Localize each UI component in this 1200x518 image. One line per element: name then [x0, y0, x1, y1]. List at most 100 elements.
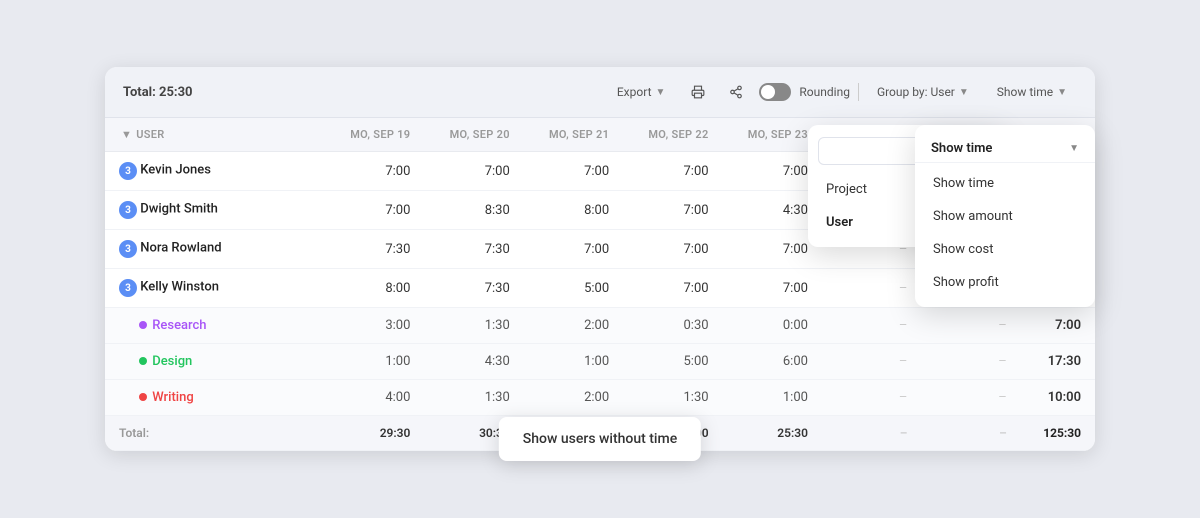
- total-cell: 7:00: [1021, 308, 1095, 344]
- day-cell: 7:00: [723, 269, 822, 308]
- user-badge: 3: [119, 279, 137, 297]
- show-time-chevron-icon: ▼: [1057, 87, 1067, 98]
- day-cell: 7:30: [424, 269, 523, 308]
- day-cell: –: [822, 308, 921, 344]
- project-dot: [139, 393, 147, 401]
- day-cell: 7:00: [623, 230, 722, 269]
- col-sep21: Mo, Sep 21: [524, 118, 623, 152]
- day-cell: 7:00: [623, 269, 722, 308]
- group-by-chevron-icon: ▼: [959, 87, 969, 98]
- day-cell: 1:00: [723, 380, 822, 416]
- day-cell: 0:30: [623, 308, 722, 344]
- project-cell: Design: [105, 344, 325, 380]
- day-cell: –: [921, 380, 1020, 416]
- export-button[interactable]: Export ▼: [607, 80, 676, 104]
- total-day-cell: 25:30: [723, 416, 822, 451]
- showtime-option-time[interactable]: Show time: [915, 167, 1095, 200]
- project-dot: [139, 357, 147, 365]
- total-day-cell: 29:30: [325, 416, 424, 451]
- col-sep22: Mo, Sep 22: [623, 118, 722, 152]
- day-cell: 7:00: [524, 152, 623, 191]
- user-cell: 3 Kelly Winston: [105, 269, 325, 308]
- project-cell: Research: [105, 308, 325, 344]
- project-name: Writing: [152, 390, 193, 405]
- showtime-option-profit[interactable]: Show profit: [915, 266, 1095, 299]
- total-value: 25:30: [159, 85, 193, 100]
- group-by-button[interactable]: Group by: User ▼: [867, 80, 979, 104]
- day-cell: 1:30: [424, 308, 523, 344]
- day-cell: 7:00: [325, 152, 424, 191]
- day-cell: 0:00: [723, 308, 822, 344]
- user-name: Kelly Winston: [140, 280, 219, 295]
- total-day-cell: –: [921, 416, 1020, 451]
- user-name: Kevin Jones: [140, 163, 211, 178]
- col-user: ▼ USER: [105, 118, 325, 152]
- day-cell: 7:00: [524, 230, 623, 269]
- day-cell: 8:30: [424, 191, 523, 230]
- project-cell: Writing: [105, 380, 325, 416]
- table-row: Design 1:004:301:005:006:00––17:30: [105, 344, 1095, 380]
- user-badge: 3: [119, 201, 137, 219]
- project-dot: [139, 321, 147, 329]
- show-users-tooltip[interactable]: Show users without time: [499, 417, 701, 461]
- total-cell: 10:00: [1021, 380, 1095, 416]
- day-cell: 2:00: [524, 308, 623, 344]
- day-cell: 5:00: [623, 344, 722, 380]
- day-cell: 7:30: [424, 230, 523, 269]
- grand-total-cell: 125:30: [1021, 416, 1095, 451]
- day-cell: 1:30: [424, 380, 523, 416]
- user-cell: 3 Nora Rowland: [105, 230, 325, 269]
- total-row-label: Total:: [119, 426, 149, 440]
- day-cell: 7:00: [623, 191, 722, 230]
- user-name: Dwight Smith: [140, 202, 218, 217]
- toolbar-actions: Export ▼ Rounding Group by: User ▼ Show: [607, 77, 1077, 107]
- day-cell: 1:00: [524, 344, 623, 380]
- day-cell: 6:00: [723, 344, 822, 380]
- day-cell: 2:00: [524, 380, 623, 416]
- project-name: Research: [152, 318, 206, 333]
- total-cell: 17:30: [1021, 344, 1095, 380]
- day-cell: 7:00: [623, 152, 722, 191]
- total-label-cell: Total:: [105, 416, 325, 451]
- day-cell: –: [822, 380, 921, 416]
- user-badge: 3: [119, 162, 137, 180]
- print-button[interactable]: [683, 77, 713, 107]
- showtime-option-cost[interactable]: Show cost: [915, 233, 1095, 266]
- day-cell: 4:30: [424, 344, 523, 380]
- showtime-chevron-icon: ▼: [1069, 143, 1079, 154]
- col-sep19: Mo, Sep 19: [325, 118, 424, 152]
- rounding-toggle[interactable]: [759, 83, 791, 101]
- show-time-button[interactable]: Show time ▼: [987, 80, 1077, 104]
- table-row: Research 3:001:302:000:300:00––7:00: [105, 308, 1095, 344]
- day-cell: 1:30: [623, 380, 722, 416]
- total-day-cell: –: [822, 416, 921, 451]
- day-cell: –: [921, 308, 1020, 344]
- day-cell: –: [822, 269, 921, 308]
- project-name: Design: [152, 354, 192, 369]
- showtime-dropdown: Show time ▼ Show time Show amount Show c…: [915, 125, 1095, 307]
- table-row: Writing 4:001:302:001:301:00––10:00: [105, 380, 1095, 416]
- day-cell: 7:00: [325, 191, 424, 230]
- collapse-icon[interactable]: ▼: [121, 128, 132, 141]
- export-chevron-icon: ▼: [656, 87, 666, 98]
- toolbar-total: Total: 25:30: [123, 85, 595, 100]
- day-cell: –: [822, 344, 921, 380]
- user-badge: 3: [119, 240, 137, 258]
- day-cell: –: [921, 344, 1020, 380]
- user-name: Nora Rowland: [140, 241, 221, 256]
- day-cell: 8:00: [524, 191, 623, 230]
- toolbar: Total: 25:30 Export ▼ Rounding Group: [105, 67, 1095, 118]
- page-wrapper: Total: 25:30 Export ▼ Rounding Group: [105, 67, 1095, 451]
- day-cell: 5:00: [524, 269, 623, 308]
- day-cell: 8:00: [325, 269, 424, 308]
- day-cell: 1:00: [325, 344, 424, 380]
- showtime-header: Show time ▼: [915, 133, 1095, 163]
- showtime-option-amount[interactable]: Show amount: [915, 200, 1095, 233]
- total-label: Total:: [123, 85, 156, 100]
- share-button[interactable]: [721, 77, 751, 107]
- day-cell: 4:00: [325, 380, 424, 416]
- rounding-label: Rounding: [799, 85, 850, 99]
- day-cell: 3:00: [325, 308, 424, 344]
- user-cell: 3 Dwight Smith: [105, 191, 325, 230]
- user-cell: 3 Kevin Jones: [105, 152, 325, 191]
